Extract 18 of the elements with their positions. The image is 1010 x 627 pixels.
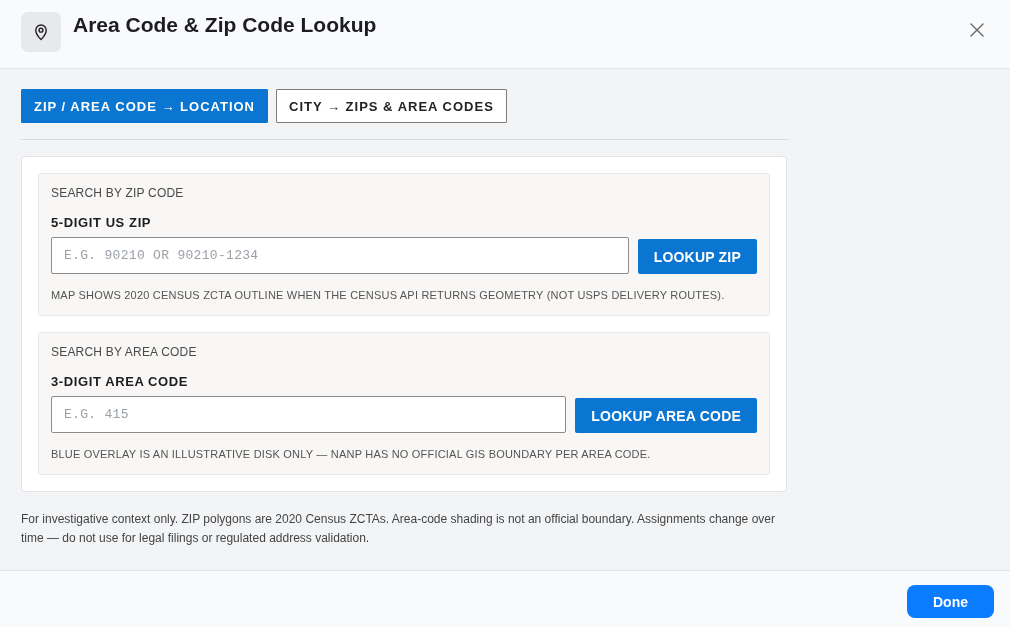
input-field[interactable]: E.G. 90210 OR 90210-1234 bbox=[51, 237, 629, 274]
tab[interactable]: ZIP / AREA CODE → LOCATION bbox=[21, 89, 268, 123]
lookup-button[interactable]: LOOKUP AREA CODE bbox=[575, 398, 757, 433]
hint-text: BLUE OVERLAY IS AN ILLUSTRATIVE DISK ONLY — NANP HAS NO OFFICIAL GIS BOUNDARY PER AREA CODE. bbox=[51, 447, 652, 461]
field-label: 5-DIGIT US ZIP bbox=[51, 216, 153, 230]
done-button[interactable]: Done bbox=[907, 585, 994, 618]
section-heading: SEARCH BY ZIP CODE bbox=[51, 185, 185, 201]
map-pin-icon bbox=[21, 12, 61, 52]
close-button[interactable] bbox=[970, 23, 984, 37]
section-heading: SEARCH BY AREA CODE bbox=[51, 344, 198, 360]
input-field[interactable]: E.G. 415 bbox=[51, 396, 567, 433]
close-icon bbox=[970, 23, 984, 37]
tab[interactable]: CITY → ZIPS & AREA CODES bbox=[276, 89, 507, 123]
field-label: 3-DIGIT AREA CODE bbox=[51, 375, 190, 389]
dialog-title: Area Code & Zip Code Lookup bbox=[73, 13, 377, 37]
disclaimer-text: For investigative context only. ZIP polygons are 2020 Census ZCTAs. Area-code shading is not an official boundary. Assignments change over time — do not use for legal filings or regulated address validation. bbox=[21, 511, 776, 547]
lookup-button[interactable]: LOOKUP ZIP bbox=[637, 239, 757, 274]
hint-text: MAP SHOWS 2020 CENSUS ZCTA OUTLINE WHEN THE CENSUS API RETURNS GEOMETRY (NOT USPS DELIVERY ROUTES). bbox=[51, 288, 726, 302]
